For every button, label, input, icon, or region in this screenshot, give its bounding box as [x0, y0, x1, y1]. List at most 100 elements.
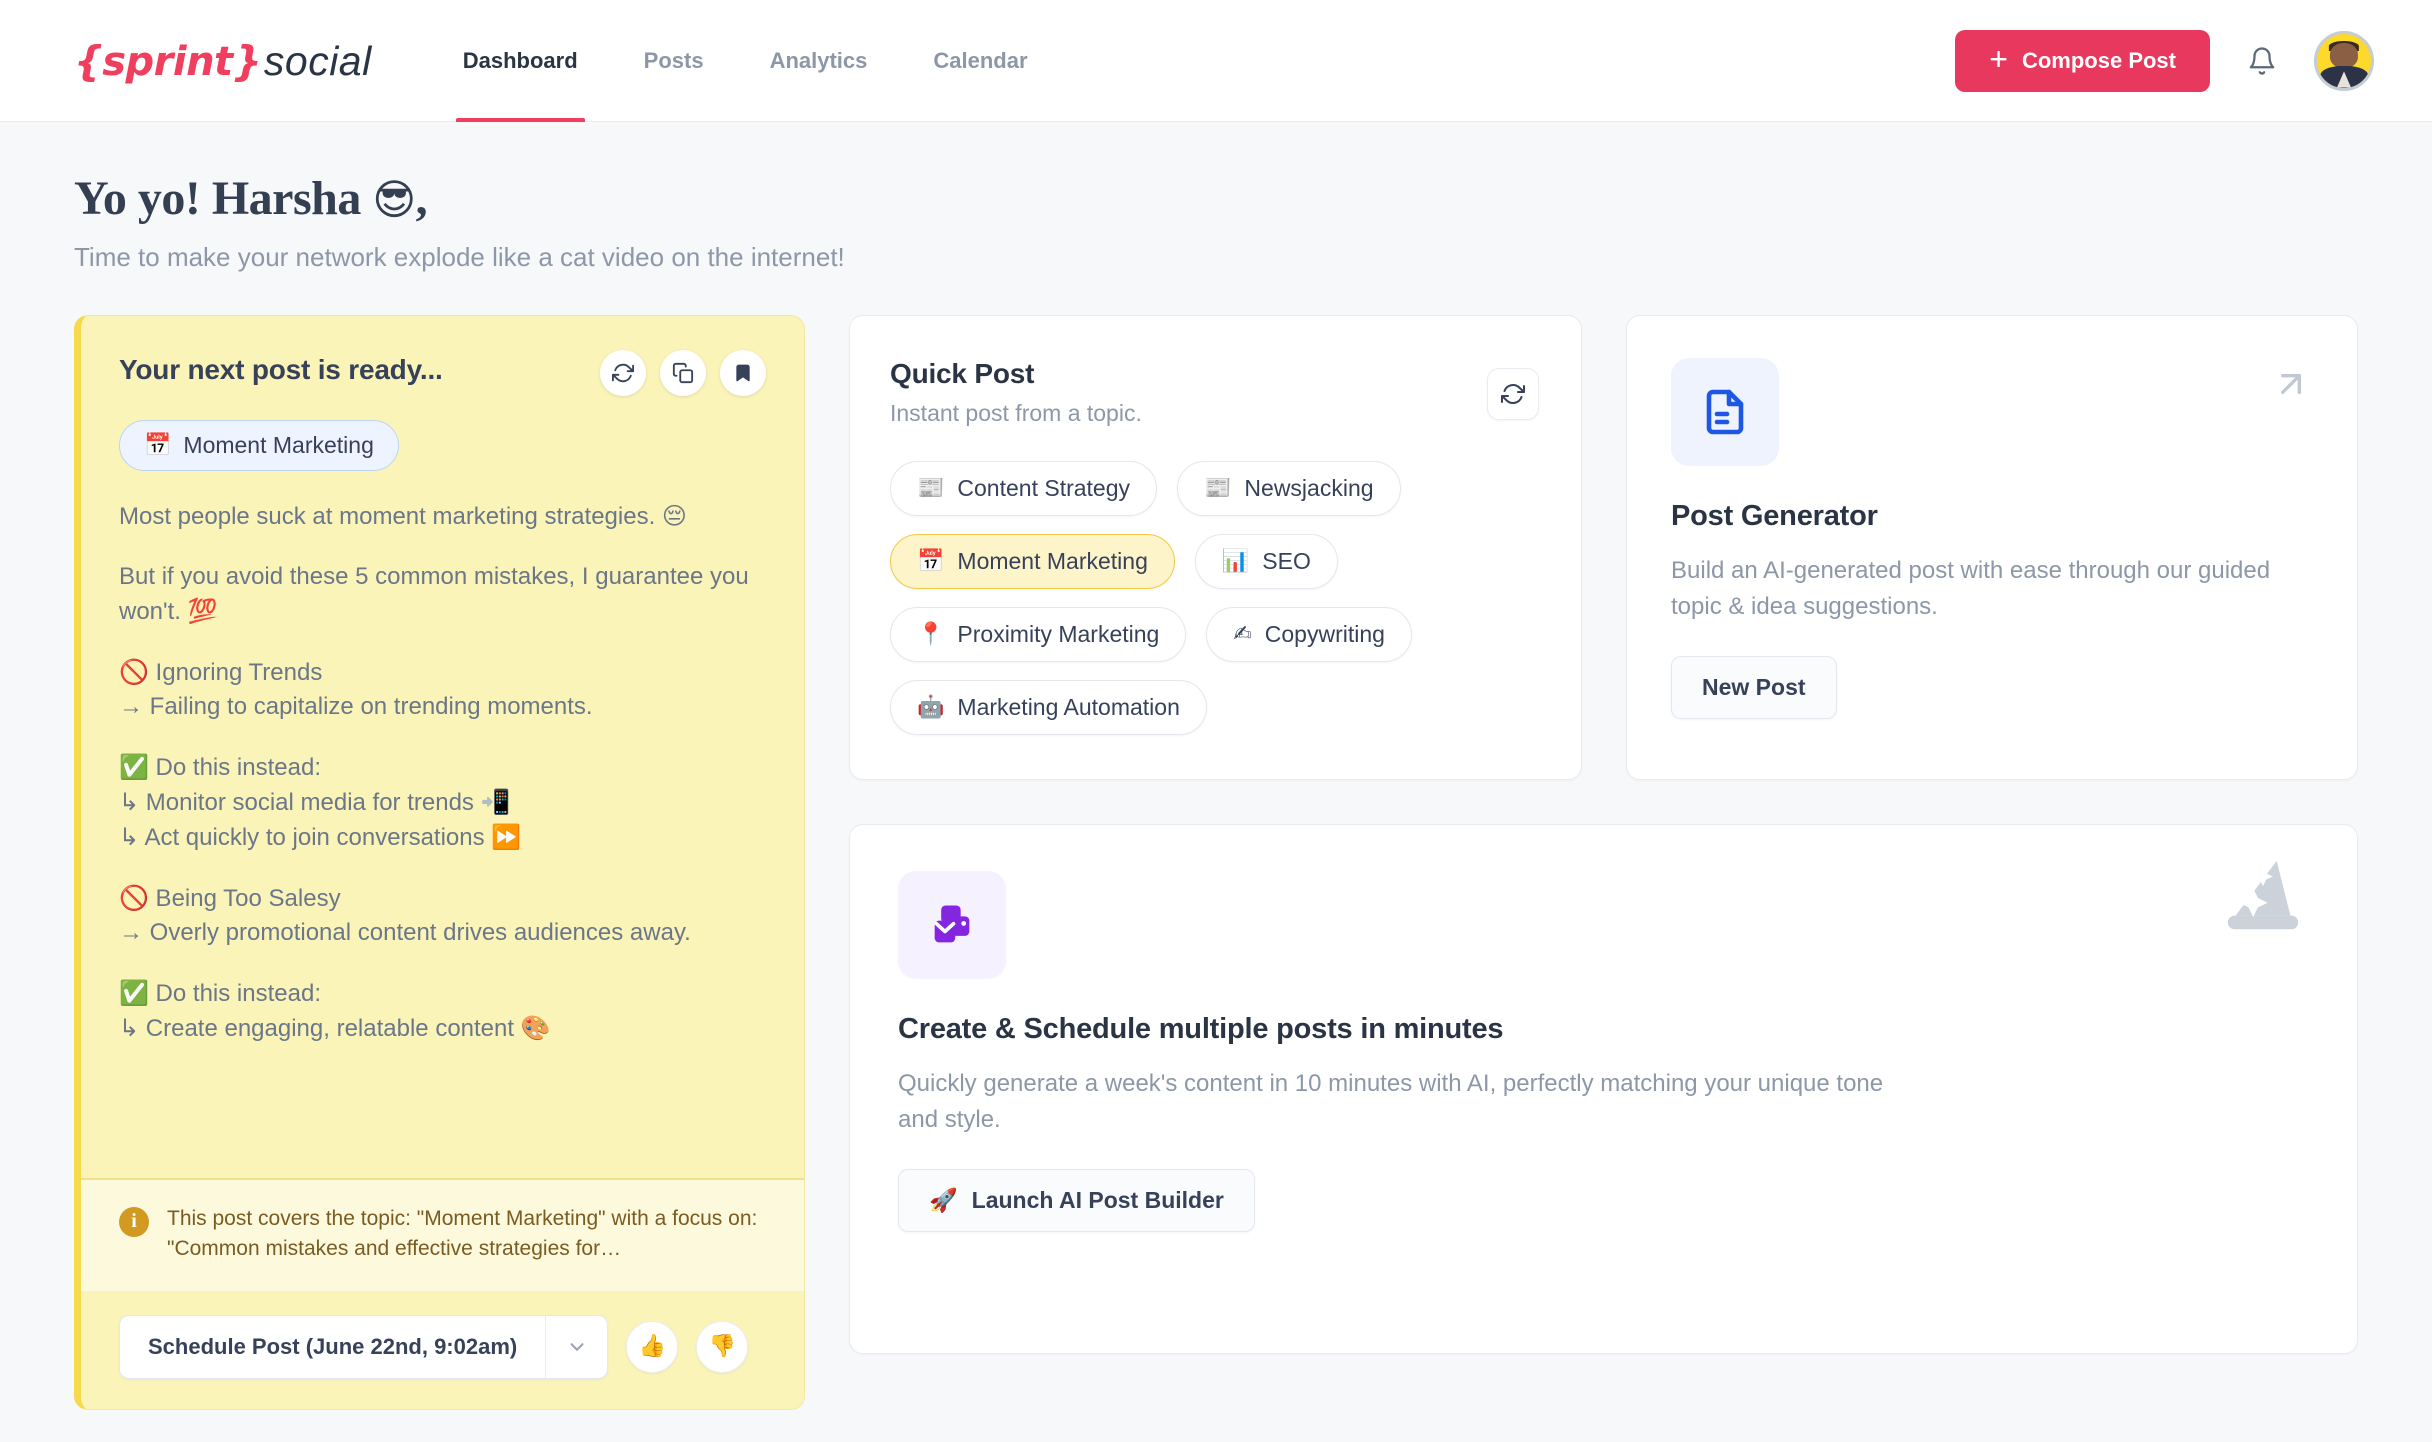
post-line-1: Most people suck at moment marketing str… [119, 502, 656, 530]
next-post-actions [600, 349, 766, 396]
nav-item-analytics[interactable]: Analytics [737, 0, 901, 122]
bar-chart-icon: 📊 [1221, 548, 1250, 574]
topic-chip-label: SEO [1262, 547, 1311, 574]
avatar-face [2329, 42, 2359, 68]
next-post-footer: Schedule Post (June 22nd, 9:02am) 👍 👎 [81, 1290, 804, 1409]
sunglasses-emoji: 😎 [372, 175, 416, 224]
app-logo[interactable]: {sprint} social [74, 37, 372, 85]
chevron-down-icon [570, 1342, 584, 1351]
post-topic-note-text: This post covers the topic: "Moment Mark… [167, 1206, 758, 1261]
regenerate-icon [612, 363, 634, 382]
newspaper-icon: 📰 [1204, 475, 1232, 501]
logo-sprint-text: sprint [102, 38, 233, 85]
wizard-hat-icon [2227, 860, 2299, 929]
fast-forward-emoji: ⏩ [491, 823, 522, 852]
schedule-post-button[interactable]: Schedule Post (June 22nd, 9:02am) [120, 1316, 545, 1378]
pensive-emoji: 😔 [661, 501, 687, 530]
topic-chip-label: Content Strategy [957, 474, 1131, 501]
post-line-4a: Do this instead: [148, 753, 321, 781]
ai-builder-title: Create & Schedule multiple posts in minu… [898, 1012, 1504, 1045]
topic-chip-label: Moment Marketing [957, 547, 1148, 574]
post-topic-tag[interactable]: 📅 Moment Marketing [119, 419, 399, 471]
ai-builder-description: Quickly generate a week's content in 10 … [898, 1069, 1884, 1134]
palette-emoji: 🎨 [520, 1014, 551, 1043]
info-icon: i [119, 1206, 149, 1237]
new-post-button[interactable]: New Post [1671, 655, 1837, 719]
schedule-post-group: Schedule Post (June 22nd, 9:02am) [119, 1314, 609, 1379]
main-nav: Dashboard Posts Analytics Calendar [430, 0, 1061, 122]
post-generator-card[interactable]: Post Generator Build an AI-generated pos… [1626, 314, 2358, 780]
wizard-hat-decoration [2215, 855, 2311, 946]
document-icon [1706, 389, 1744, 434]
quick-post-refresh-button[interactable] [1487, 367, 1539, 420]
compose-post-label: Compose Post [2021, 47, 2176, 73]
app-header: {sprint} social Dashboard Posts Analytics… [0, 0, 2432, 122]
launch-ai-post-builder-button[interactable]: 🚀 Launch AI Post Builder [898, 1168, 1255, 1232]
nav-item-posts[interactable]: Posts [611, 0, 737, 122]
nav-label-calendar: Calendar [933, 47, 1028, 73]
post-paragraph-3: 🚫 Ignoring Trends → Failing to capitaliz… [119, 655, 766, 724]
post-paragraph-2: But if you avoid these 5 common mistakes… [119, 560, 766, 629]
post-generator-title: Post Generator [1671, 499, 1878, 532]
pin-icon: 📍 [917, 621, 945, 647]
post-generator-icon-wrap [1671, 357, 1779, 466]
topic-chip-label: Marketing Automation [957, 693, 1180, 720]
mobile-emoji: 📲 [480, 788, 511, 817]
thumbs-down-button[interactable]: 👎 [696, 1320, 749, 1373]
thumbs-down-icon: 👎 [708, 1334, 736, 1360]
post-paragraph-6: ✅ Do this instead: ↳ Create engaging, re… [119, 976, 766, 1046]
plus-icon: + [1989, 41, 2008, 77]
post-generator-open-button[interactable] [2271, 364, 2311, 409]
bookmark-button[interactable] [720, 349, 766, 396]
page-subtitle: Time to make your network explode like a… [74, 241, 845, 272]
thumbs-up-button[interactable]: 👍 [626, 1320, 679, 1373]
post-line-6a: Do this instead: [148, 980, 321, 1008]
topic-chip-newsjacking[interactable]: 📰 Newsjacking [1177, 460, 1401, 516]
post-topic-note: i This post covers the topic: "Moment Ma… [81, 1177, 804, 1291]
greeting-text: Yo yo! Harsha [74, 172, 361, 225]
copy-button[interactable] [660, 349, 706, 396]
post-paragraph-5: 🚫 Being Too Salesy → Overly promotional … [119, 881, 766, 950]
nav-item-calendar[interactable]: Calendar [900, 0, 1060, 122]
quick-post-title: Quick Post [890, 357, 1035, 389]
post-line-5a: Being Too Salesy [148, 885, 341, 913]
calendar-icon: 📅 [144, 432, 172, 458]
topic-chip-seo[interactable]: 📊 SEO [1194, 533, 1338, 589]
check-emoji-1: ✅ [119, 752, 149, 781]
nav-label-analytics: Analytics [769, 47, 868, 73]
arrow-up-right-icon [2281, 373, 2301, 394]
schedule-options-button[interactable] [545, 1315, 607, 1378]
post-line-3a: Ignoring Trends [148, 658, 323, 686]
topic-chip-content-strategy[interactable]: 📰 Content Strategy [890, 460, 1158, 516]
topic-chip-moment-marketing[interactable]: 📅 Moment Marketing [890, 533, 1175, 589]
ai-builder-icon-wrap [898, 870, 1006, 979]
post-body-text: Most people suck at moment marketing str… [81, 471, 804, 1178]
left-column: Your next post is ready... 📅 Moment Mark… [74, 314, 805, 1410]
notifications-button[interactable] [2240, 39, 2284, 83]
right-column: Quick Post Instant post from a topic. 📰 … [849, 314, 2358, 1354]
calendar-icon: 📅 [917, 548, 945, 574]
avatar[interactable] [2314, 30, 2374, 91]
robot-icon: 🤖 [917, 694, 945, 720]
topic-chip-label: Newsjacking [1244, 474, 1374, 501]
compose-post-button[interactable]: + Compose Post [1955, 29, 2210, 92]
logo-brace-close: } [232, 36, 262, 85]
quick-post-card: Quick Post Instant post from a topic. 📰 … [849, 314, 1582, 780]
copy-icon [672, 362, 694, 383]
topic-chip-marketing-automation[interactable]: 🤖 Marketing Automation [890, 679, 1207, 735]
page-title: Yo yo! Harsha 😎, [74, 170, 2358, 228]
post-paragraph-1: Most people suck at moment marketing str… [119, 499, 766, 534]
next-post-card-header: Your next post is ready... [81, 316, 804, 396]
regenerate-button[interactable] [600, 349, 646, 396]
post-line-5b: → Overly promotional content drives audi… [119, 919, 691, 947]
topic-chip-copywriting[interactable]: ✍ Copywriting [1206, 606, 1412, 662]
mail-stack-icon [934, 905, 970, 942]
new-post-label: New Post [1702, 673, 1806, 700]
logo-brace-open: { [74, 36, 103, 85]
nav-item-dashboard[interactable]: Dashboard [430, 0, 611, 122]
topic-chip-proximity-marketing[interactable]: 📍 Proximity Marketing [890, 606, 1187, 662]
post-line-4b: ↳ Monitor social media for trends [119, 789, 481, 817]
page-content: Yo yo! Harsha 😎, Time to make your netwo… [0, 122, 2432, 1410]
topic-chip-label: Proximity Marketing [957, 620, 1160, 647]
post-line-3b: → Failing to capitalize on trending mome… [119, 692, 593, 720]
